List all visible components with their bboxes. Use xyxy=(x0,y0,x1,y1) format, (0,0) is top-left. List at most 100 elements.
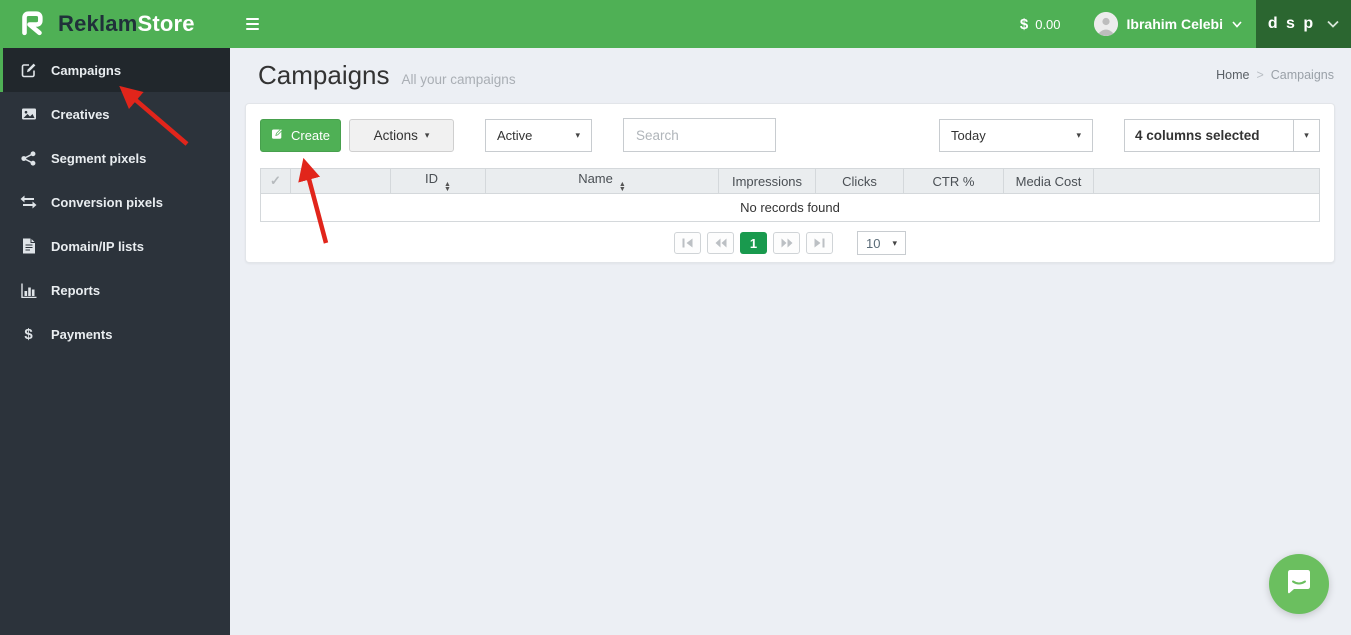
exchange-icon xyxy=(20,195,37,209)
actions-dropdown-button[interactable]: Actions ▾ xyxy=(349,118,454,152)
page-subtitle: All your campaigns xyxy=(401,72,516,87)
sidebar-item-campaigns[interactable]: Campaigns xyxy=(0,48,230,92)
currency-symbol: $ xyxy=(1019,15,1029,33)
chevron-down-icon xyxy=(1232,15,1242,33)
column-header-clicks: Clicks xyxy=(815,168,904,194)
table-empty-row: No records found xyxy=(260,193,1320,222)
column-header-media-cost: Media Cost xyxy=(1003,168,1094,194)
column-header-blank xyxy=(290,168,391,194)
sidebar-item-label: Segment pixels xyxy=(51,150,147,166)
workspace-switcher[interactable]: d s p xyxy=(1256,0,1351,48)
caret-down-icon: ▾ xyxy=(1076,129,1081,140)
create-button[interactable]: Create xyxy=(260,118,341,152)
sidebar-item-label: Creatives xyxy=(51,106,110,122)
breadcrumb: Home > Campaigns xyxy=(1216,68,1334,82)
app-window: ReklamStore $ 0.00 Ibrahim Celebi d s p … xyxy=(0,0,1351,635)
user-name: Ibrahim Celebi xyxy=(1126,16,1223,32)
column-header-ctr: CTR % xyxy=(903,168,1004,194)
date-range-value: Today xyxy=(951,127,986,143)
caret-down-icon: ▾ xyxy=(1293,119,1319,151)
campaigns-toolbar: Create Actions ▾ Active ▾ Today ▾ 4 colu xyxy=(246,104,1334,152)
sidebar-item-payments[interactable]: $ Payments xyxy=(0,312,230,356)
edit-square-icon xyxy=(20,62,37,78)
sidebar-item-reports[interactable]: Reports xyxy=(0,268,230,312)
sidebar-item-label: Reports xyxy=(51,282,101,298)
image-icon xyxy=(20,106,37,122)
caret-down-icon: ▾ xyxy=(575,129,580,140)
main-content: Campaigns All your campaigns Home > Camp… xyxy=(230,48,1351,635)
caret-down-icon: ▾ xyxy=(892,237,897,248)
check-icon: ✓ xyxy=(270,173,281,188)
sidebar-nav: Campaigns Creatives Segment pixels Conve… xyxy=(0,48,230,635)
last-page-icon xyxy=(814,238,825,248)
create-button-label: Create xyxy=(290,127,331,143)
brand-name-part1: Reklam xyxy=(58,11,138,36)
columns-selector-value: 4 columns selected xyxy=(1135,127,1260,143)
chat-launcher-button[interactable] xyxy=(1269,554,1329,614)
sidebar-item-label: Domain/IP lists xyxy=(51,238,144,254)
status-filter-value: Active xyxy=(497,127,533,143)
balance-amount: 0.00 xyxy=(1035,16,1061,32)
page-size-value: 10 xyxy=(866,235,881,251)
reklamstore-logo-icon xyxy=(17,7,47,42)
chat-icon xyxy=(1284,567,1314,602)
columns-selector[interactable]: 4 columns selected ▾ xyxy=(1124,118,1320,152)
sort-icon: ▲ ▼ xyxy=(618,180,626,193)
first-page-button[interactable] xyxy=(674,232,701,254)
brand-name-part2: Store xyxy=(137,11,195,36)
sidebar-item-label: Campaigns xyxy=(51,62,122,78)
prev-page-icon xyxy=(715,238,727,248)
empty-message: No records found xyxy=(260,193,1320,222)
column-header-id[interactable]: ID ▲ ▼ xyxy=(390,168,486,194)
brand-name: ReklamStore xyxy=(58,11,195,37)
select-all-checkbox[interactable]: ✓ xyxy=(260,168,291,194)
next-page-icon xyxy=(781,238,793,248)
sidebar-item-domain-ip-lists[interactable]: Domain/IP lists xyxy=(0,224,230,268)
user-menu[interactable]: Ibrahim Celebi xyxy=(1093,12,1242,36)
column-header-actions-blank xyxy=(1093,168,1320,194)
breadcrumb-separator: > xyxy=(1256,67,1264,82)
page-header: Campaigns All your campaigns Home > Camp… xyxy=(230,48,1351,103)
sidebar-item-label: Conversion pixels xyxy=(51,194,163,210)
next-page-button[interactable] xyxy=(773,232,800,254)
pencil-icon xyxy=(271,127,284,143)
sidebar-item-segment-pixels[interactable]: Segment pixels xyxy=(0,136,230,180)
top-header-bar: ReklamStore $ 0.00 Ibrahim Celebi d s p xyxy=(0,0,1351,48)
workspace-label: d s p xyxy=(1267,15,1316,32)
chevron-down-icon xyxy=(1327,15,1339,33)
bar-chart-icon xyxy=(20,283,37,298)
brand-logo[interactable]: ReklamStore xyxy=(0,7,230,42)
caret-down-icon: ▾ xyxy=(424,129,430,140)
status-filter-select[interactable]: Active ▾ xyxy=(485,118,592,152)
column-header-impressions: Impressions xyxy=(718,168,816,194)
sidebar-item-creatives[interactable]: Creatives xyxy=(0,92,230,136)
page-size-select[interactable]: 10 ▾ xyxy=(857,231,906,255)
date-range-select[interactable]: Today ▾ xyxy=(939,118,1093,152)
dollar-icon: $ xyxy=(24,325,33,343)
breadcrumb-home-link[interactable]: Home xyxy=(1216,68,1249,82)
search-input[interactable] xyxy=(623,118,776,152)
page-title: Campaigns xyxy=(258,60,390,90)
account-balance[interactable]: $ 0.00 xyxy=(1020,16,1061,33)
column-header-label: ID xyxy=(425,170,439,186)
current-page-button[interactable]: 1 xyxy=(740,232,767,254)
actions-button-label: Actions xyxy=(373,127,418,143)
first-page-icon xyxy=(682,238,693,248)
header-right-group: $ 0.00 Ibrahim Celebi d s p xyxy=(1020,0,1351,48)
last-page-button[interactable] xyxy=(806,232,833,254)
share-icon xyxy=(20,150,37,166)
table-header-row: ✓ ID ▲ ▼ Name ▲ ▼ Impressions Clicks CTR % M… xyxy=(260,168,1320,194)
sidebar-item-conversion-pixels[interactable]: Conversion pixels xyxy=(0,180,230,224)
breadcrumb-current: Campaigns xyxy=(1270,67,1334,82)
sidebar-item-label: Payments xyxy=(51,326,113,342)
campaigns-table: ✓ ID ▲ ▼ Name ▲ ▼ Impressions Clicks CTR % M… xyxy=(260,168,1320,222)
hamburger-menu-icon[interactable] xyxy=(246,18,259,30)
pagination: 1 10 ▾ xyxy=(246,231,1334,255)
column-header-label: Name xyxy=(578,170,613,186)
avatar xyxy=(1093,12,1118,36)
prev-page-button[interactable] xyxy=(707,232,734,254)
document-icon xyxy=(20,238,37,254)
campaigns-panel: Create Actions ▾ Active ▾ Today ▾ 4 colu xyxy=(245,103,1335,263)
column-header-name[interactable]: Name ▲ ▼ xyxy=(485,168,719,194)
sort-icon: ▲ ▼ xyxy=(444,180,451,193)
